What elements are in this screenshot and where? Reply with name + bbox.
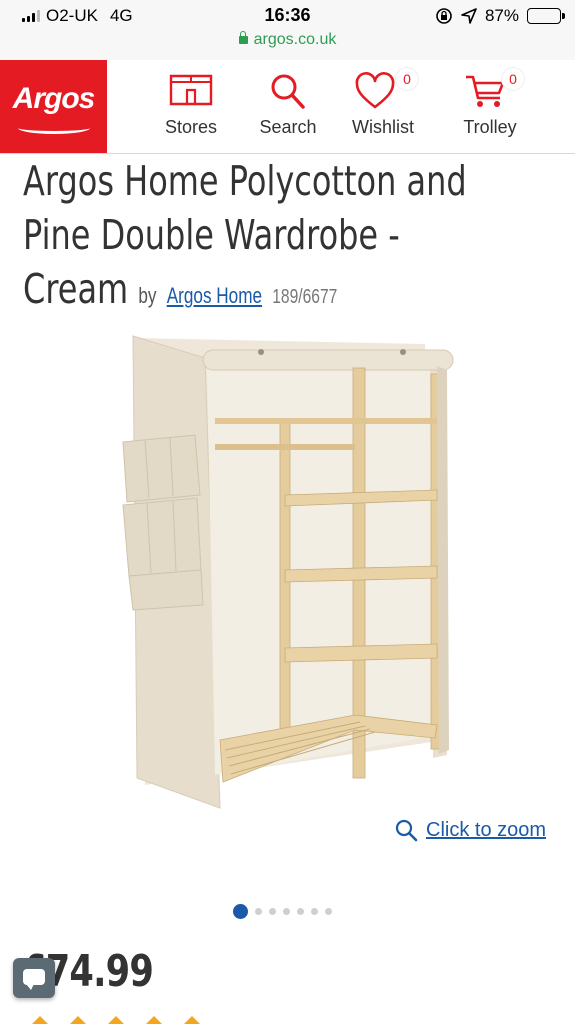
status-bar: O2-UK 4G 16:36 87% argos.co.uk: [0, 0, 575, 60]
zoom-icon: [395, 819, 418, 842]
address-bar[interactable]: argos.co.uk: [0, 31, 575, 49]
star-icon: [68, 1016, 88, 1024]
by-label: by: [138, 283, 157, 308]
product-image[interactable]: [115, 330, 460, 810]
nav-stores[interactable]: Stores: [150, 60, 232, 153]
nav-search[interactable]: Search: [250, 60, 326, 153]
nav-trolley-label: Trolley: [463, 117, 517, 137]
title-line-1: Argos Home Polycotton and: [23, 157, 467, 205]
trolley-badge: 0: [501, 67, 525, 91]
heart-icon: [356, 72, 395, 109]
chat-icon: [23, 969, 45, 990]
carousel-dot-active[interactable]: [233, 904, 248, 919]
star-icon: [182, 1016, 202, 1024]
chat-button[interactable]: [13, 958, 55, 998]
battery-percent: 87%: [484, 6, 519, 25]
site-header: Argos Stores Search 0 Wishlist 0 Trolley: [0, 60, 575, 154]
rating-stars: [30, 1016, 202, 1024]
nav-wishlist[interactable]: 0 Wishlist: [345, 60, 421, 153]
title-line-3: Cream: [23, 265, 129, 313]
wishlist-badge: 0: [395, 67, 419, 91]
title-line-2: Pine Double Wardrobe -: [23, 211, 400, 259]
logo-swoosh: [18, 122, 90, 134]
product-title: Argos Home Polycotton and Pine Double Wa…: [23, 154, 553, 324]
carousel-dot[interactable]: [269, 908, 276, 915]
battery-icon: [527, 8, 565, 24]
orientation-lock-icon: [436, 8, 452, 24]
carousel-dot[interactable]: [311, 908, 318, 915]
nav-trolley[interactable]: 0 Trolley: [452, 60, 528, 153]
carousel-dot[interactable]: [283, 908, 290, 915]
nav-search-label: Search: [259, 117, 317, 137]
brand-link[interactable]: Argos Home: [167, 283, 262, 308]
status-right: 87%: [435, 6, 565, 26]
carousel-dot[interactable]: [297, 908, 304, 915]
catalogue-number: 189/6677: [272, 286, 338, 308]
nav-wishlist-label: Wishlist: [352, 117, 414, 137]
carousel-dot[interactable]: [325, 908, 332, 915]
argos-logo[interactable]: Argos: [0, 60, 107, 153]
image-carousel-dots[interactable]: [233, 904, 332, 919]
search-icon: [271, 74, 305, 109]
star-icon: [106, 1016, 126, 1024]
zoom-label: Click to zoom: [426, 818, 547, 841]
store-icon: [169, 74, 213, 106]
zoom-link[interactable]: Click to zoom: [394, 818, 546, 842]
location-icon: [461, 8, 477, 24]
nav-stores-label: Stores: [164, 117, 218, 137]
lock-icon: [238, 31, 248, 44]
logo-text: Argos: [12, 82, 96, 115]
star-icon: [30, 1016, 50, 1024]
carousel-dot[interactable]: [255, 908, 262, 915]
url-text: argos.co.uk: [253, 31, 337, 48]
star-icon: [144, 1016, 164, 1024]
